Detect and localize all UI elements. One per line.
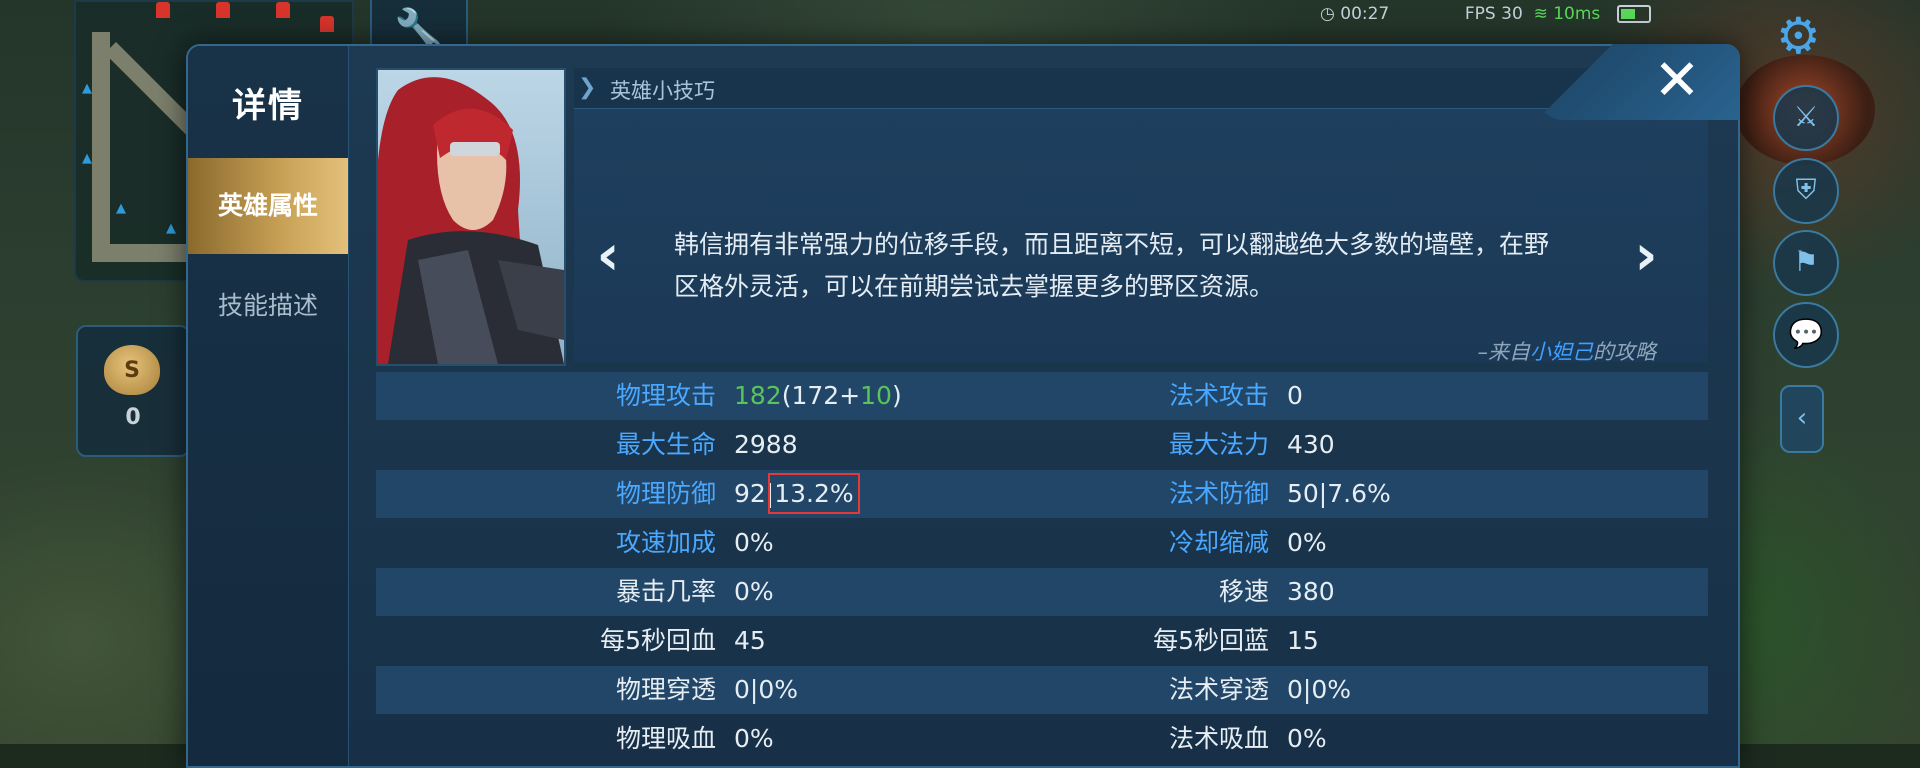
tips-title: 英雄小技巧 xyxy=(610,79,715,103)
gear-icon[interactable]: ⚙ xyxy=(1776,8,1821,64)
stat-total: 182 xyxy=(734,381,782,410)
stat-value: 15 xyxy=(1287,626,1319,655)
chevron-left-icon: ‹ xyxy=(596,223,620,288)
stat-row: 物理防御 92|13.2% 法术防御 50|7.6% xyxy=(376,470,1708,518)
stat-value: 0% xyxy=(734,528,774,557)
stat-label: 法术防御 xyxy=(1168,479,1269,508)
stat-row: 物理攻击 182(172+10) 法术攻击 0 xyxy=(376,372,1708,420)
hero-portrait xyxy=(376,68,566,366)
stat-value: 92|13.2% xyxy=(734,470,860,518)
tip-author-link[interactable]: 小妲己 xyxy=(1530,340,1593,364)
stat-label: 物理攻击 xyxy=(615,381,716,410)
tip-source-suffix: 的攻略 xyxy=(1593,340,1656,364)
gold-count: 0 xyxy=(125,405,141,430)
stat-armor: 92| xyxy=(734,479,775,508)
highlighted-stat-percent: 13.2% xyxy=(768,473,860,514)
money-bag-icon: S xyxy=(104,345,160,395)
red-tower-icon xyxy=(156,2,170,18)
stat-label: 暴击几率 xyxy=(615,577,716,606)
stat-label: 最大法力 xyxy=(1168,430,1269,459)
stat-close: ) xyxy=(891,381,902,410)
sword-icon[interactable]: ⚔ xyxy=(1773,85,1839,151)
stat-bonus: 10 xyxy=(860,381,892,410)
stat-value: 182(172+10) xyxy=(734,372,902,420)
blue-minion-icon: ▲ xyxy=(116,201,126,216)
stat-label: 最大生命 xyxy=(615,430,716,459)
stat-row: 物理穿透 0|0% 法术穿透 0|0% xyxy=(376,666,1708,714)
chat-icon[interactable]: 💬 xyxy=(1773,302,1839,368)
stat-row: 攻速加成 0% 冷却缩减 0% xyxy=(376,519,1708,567)
next-tip-button[interactable]: › xyxy=(1624,224,1668,288)
close-button[interactable]: ✕ xyxy=(1534,44,1740,120)
flag-icon[interactable]: ⚑ xyxy=(1773,230,1839,296)
stat-label: 每5秒回血 xyxy=(600,626,716,655)
stat-label: 冷却缩减 xyxy=(1168,528,1269,557)
hero-tips-panel: ❯ 英雄小技巧 ‹ 韩信拥有非常强力的位移手段，而且距离不短，可以翻越绝大多数的… xyxy=(574,68,1708,364)
stat-label: 法术攻击 xyxy=(1168,381,1269,410)
stat-label: 物理吸血 xyxy=(615,724,716,753)
gold-panel[interactable]: S 0 xyxy=(76,325,190,457)
tab-skill-description[interactable]: 技能描述 xyxy=(188,258,348,354)
stat-label: 移速 xyxy=(1218,577,1269,606)
hero-details-dialog: 详情 英雄属性 技能描述 ❯ 英雄小技巧 ‹ 韩信拥有非常强力的位移手段，而且距… xyxy=(186,44,1740,768)
stat-row: 暴击几率 0% 移速 380 xyxy=(376,568,1708,616)
stat-label: 每5秒回蓝 xyxy=(1153,626,1269,655)
chevron-right-icon: ❯ xyxy=(578,75,597,100)
shield-icon[interactable]: ⛨ xyxy=(1773,158,1839,224)
stat-label: 物理防御 xyxy=(615,479,716,508)
stat-label: 法术穿透 xyxy=(1168,675,1269,704)
stat-value: 0 xyxy=(1287,381,1303,410)
tab-hero-attributes[interactable]: 英雄属性 xyxy=(188,158,348,254)
red-tower-icon xyxy=(320,16,334,32)
stat-label: 物理穿透 xyxy=(615,675,716,704)
wifi-icon: ≋ xyxy=(1533,4,1548,24)
tip-text: 韩信拥有非常强力的位移手段，而且距离不短，可以翻越绝大多数的墙壁，在野区格外灵活… xyxy=(674,230,1550,301)
stat-value: 380 xyxy=(1287,577,1335,606)
previous-tip-button[interactable]: ‹ xyxy=(586,224,630,288)
stat-value: 0|0% xyxy=(1287,675,1351,704)
stat-value: 0|0% xyxy=(734,675,798,704)
dialog-sidebar: 详情 英雄属性 技能描述 xyxy=(188,46,349,766)
fps-readout: FPS 30 xyxy=(1464,4,1523,24)
red-tower-icon xyxy=(276,2,290,18)
minimap-lane xyxy=(92,32,110,262)
close-icon: ✕ xyxy=(1653,48,1701,113)
blue-minion-icon: ▲ xyxy=(82,81,92,96)
stat-value: 0% xyxy=(734,724,774,753)
blue-minion-icon: ▲ xyxy=(82,151,92,166)
stat-value: 50|7.6% xyxy=(1287,479,1391,508)
blue-minion-icon: ▲ xyxy=(166,221,176,236)
battery-icon xyxy=(1616,5,1651,23)
stat-value: 0% xyxy=(1287,724,1327,753)
stat-row: 最大生命 2988 最大法力 430 xyxy=(376,421,1708,469)
tip-source: –来自小妲己的攻略 xyxy=(1478,336,1657,366)
stat-row: 每5秒回血 45 每5秒回蓝 15 xyxy=(376,617,1708,665)
chevron-right-icon: › xyxy=(1634,223,1658,288)
stat-value: 2988 xyxy=(734,430,798,459)
stat-value: 430 xyxy=(1287,430,1335,459)
stat-value: 0% xyxy=(734,577,774,606)
stat-row: 物理吸血 0% 法术吸血 0% xyxy=(376,715,1708,763)
dialog-content: ❯ 英雄小技巧 ‹ 韩信拥有非常强力的位移手段，而且距离不短，可以翻越绝大多数的… xyxy=(362,44,1740,766)
status-bar: ◷ 00:27 FPS 30 ≋ 10ms xyxy=(1320,4,1651,24)
stat-base: (172+ xyxy=(781,381,861,410)
tip-source-prefix: –来自 xyxy=(1477,340,1531,364)
stat-value: 45 xyxy=(734,626,766,655)
stat-label: 攻速加成 xyxy=(615,528,716,557)
dialog-title: 详情 xyxy=(232,86,304,126)
chevron-left-icon[interactable]: ‹ xyxy=(1780,385,1824,453)
stat-value: 0% xyxy=(1287,528,1327,557)
match-timer: 00:27 xyxy=(1340,4,1390,24)
ping-readout: 10ms xyxy=(1553,4,1601,24)
red-tower-icon xyxy=(216,2,230,18)
clock-icon: ◷ xyxy=(1320,4,1335,24)
stat-label: 法术吸血 xyxy=(1168,724,1269,753)
